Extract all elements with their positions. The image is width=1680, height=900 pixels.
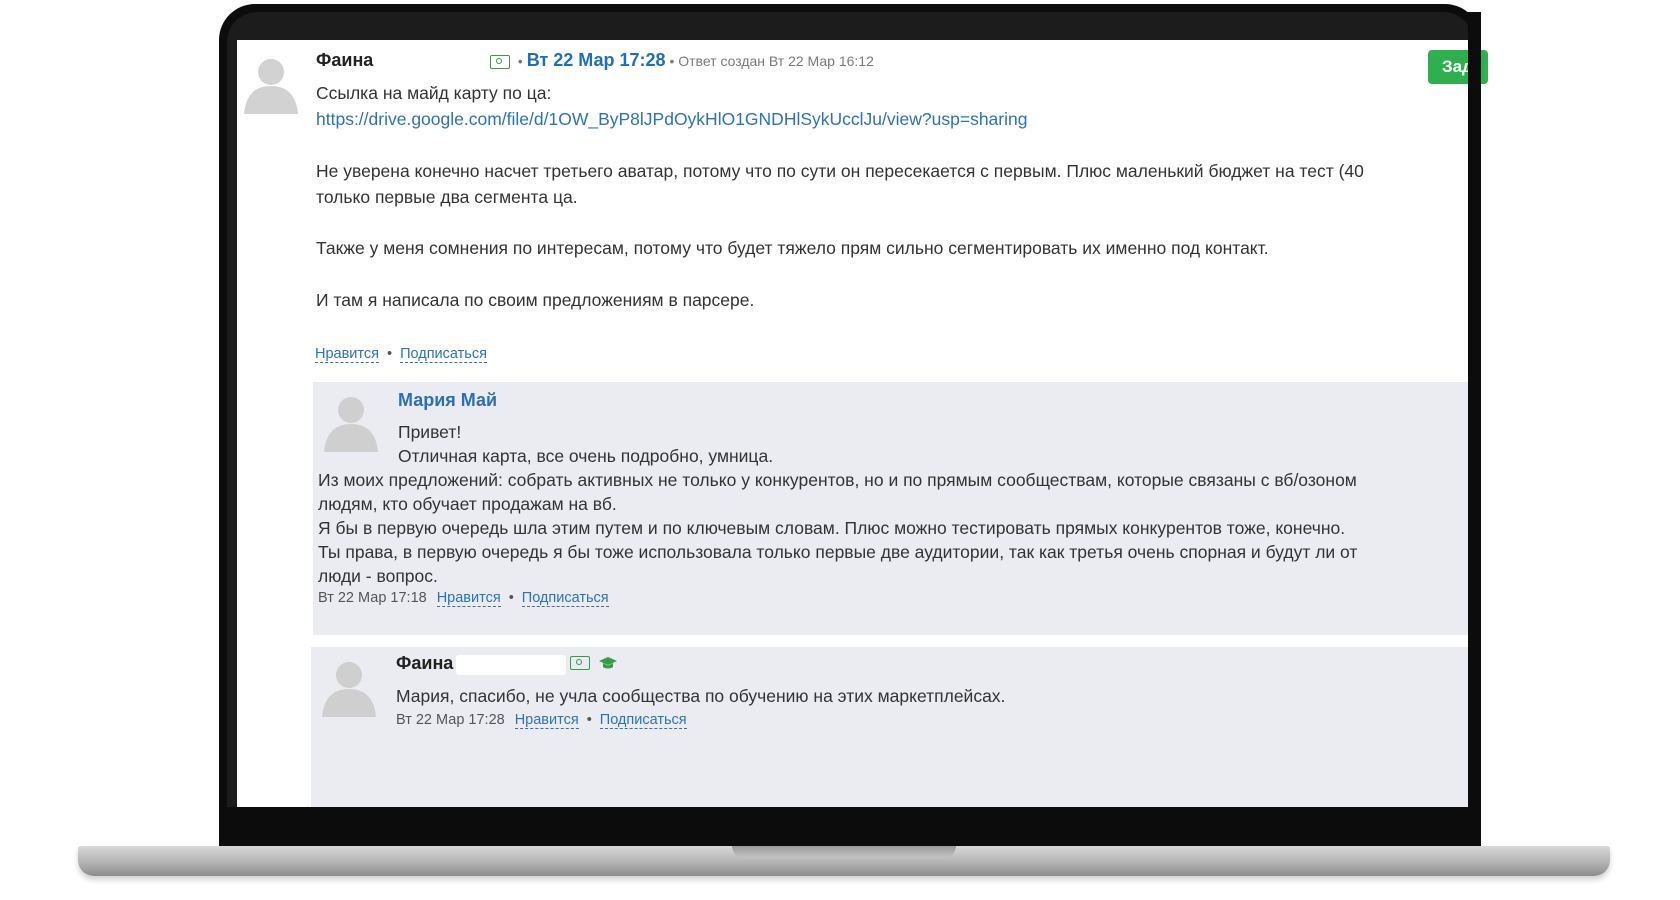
money-icon [570, 656, 590, 671]
graduation-cap-icon [598, 657, 617, 669]
user-avatar-placeholder [318, 655, 380, 717]
reply-actions: Вт 22 Мар 17:18 Нравится • Подписаться [318, 590, 609, 607]
bezel-right [1468, 12, 1481, 846]
user-avatar-placeholder [240, 52, 302, 114]
post-text-line: И там я написала по своим предложениям в… [316, 290, 755, 310]
reply-text-line: Мария, спасибо, не учла сообщества по об… [396, 686, 1006, 706]
post-actions: Нравится • Подписаться [315, 346, 487, 363]
reply-text-line: Из моих предложений: собрать активных не… [318, 470, 1357, 490]
bezel-bottom [219, 807, 1481, 846]
redacted-surname [456, 655, 566, 675]
reply-author-name[interactable]: Фаина [396, 653, 453, 674]
money-icon [490, 55, 510, 70]
post-link[interactable]: https://drive.google.com/file/d/1OW_ByP8… [316, 107, 1027, 132]
user-avatar-placeholder [320, 390, 382, 452]
post-date[interactable]: Вт 22 Мар 17:28 [527, 50, 666, 70]
reply-time: Вт 22 Мар 17:18 [318, 590, 427, 606]
reply-actions: Вт 22 Мар 17:28 Нравится • Подписаться [396, 712, 687, 729]
reply-time: Вт 22 Мар 17:28 [396, 712, 505, 728]
reply-text-line: Я бы в первую очередь шла этим путем и п… [318, 518, 1346, 538]
post-meta: • Вт 22 Мар 17:28 • Ответ создан Вт 22 М… [490, 50, 874, 71]
like-link[interactable]: Нравится [514, 712, 579, 729]
post-text-line: Не уверена конечно насчет третьего авата… [316, 161, 1364, 181]
reply-text-line: Ты права, в первую очередь я бы тоже исп… [318, 542, 1358, 562]
like-link[interactable]: Нравится [315, 346, 379, 363]
subscribe-link[interactable]: Подписаться [400, 346, 487, 363]
reply-text-line: люди - вопрос. [318, 566, 438, 586]
redacted-surname [376, 50, 476, 72]
post-created-time: Ответ создан Вт 22 Мар 16:12 [678, 53, 874, 69]
reply-text-line: людям, кто обучает продажам на вб. [318, 494, 617, 514]
reply-author-name[interactable]: Мария Май [398, 390, 497, 411]
reply-badges [570, 654, 618, 671]
subscribe-link[interactable]: Подписаться [599, 712, 687, 729]
reply-text-line: Привет! [398, 422, 462, 442]
reply-text-line: Отличная карта, все очень подробно, умни… [398, 446, 774, 466]
subscribe-link[interactable]: Подписаться [521, 590, 609, 607]
like-link[interactable]: Нравится [436, 590, 501, 607]
post-text-line: Ссылка на майд карту по ца: [316, 83, 552, 103]
post-author-name[interactable]: Фаина [316, 50, 373, 71]
post-text-line: Также у меня сомнения по интересам, пото… [316, 238, 1269, 258]
post-text-line: только первые два сегмента ца. [316, 187, 578, 207]
laptop-notch [732, 846, 956, 858]
